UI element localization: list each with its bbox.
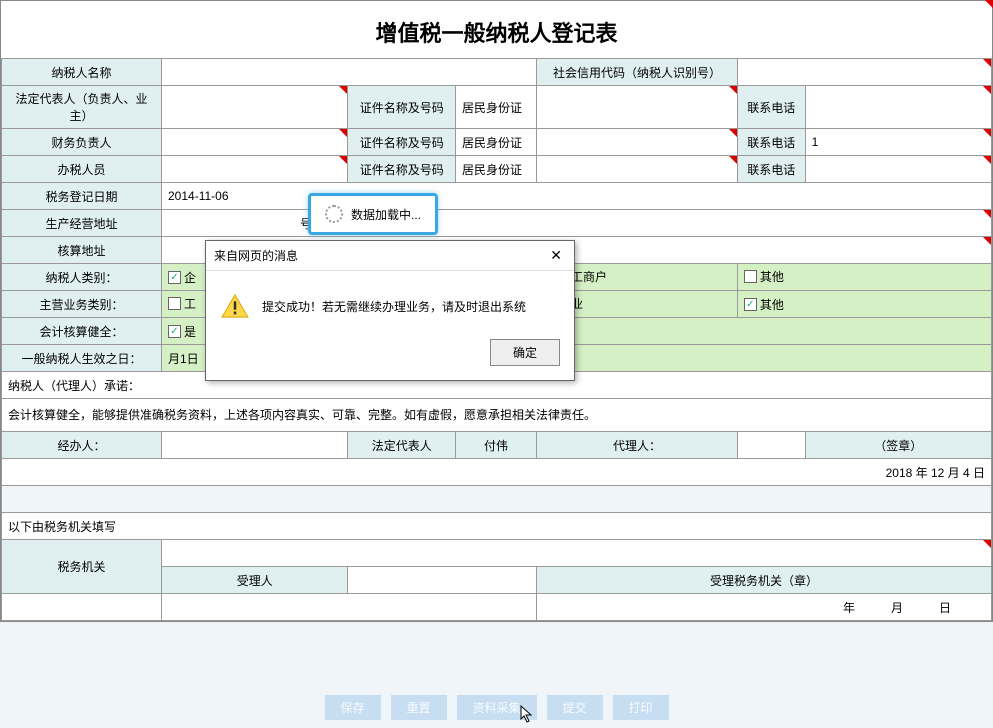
val-cert-type2[interactable]: 居民身份证 (456, 129, 537, 156)
label-cert2: 证件名称及号码 (348, 129, 456, 156)
val-cert-no2[interactable] (537, 129, 738, 156)
checkbox-icon[interactable] (744, 270, 757, 283)
label-taxpayer-type: 纳税人类别： (2, 264, 162, 291)
checkbox-icon[interactable] (168, 325, 181, 338)
label-phone1: 联系电话 (737, 86, 805, 129)
label-accept-org: 受理税务机关（章） (537, 567, 992, 594)
label-agent: 代理人： (537, 432, 738, 459)
val-legal-name: 付伟 (456, 432, 537, 459)
checkbox-icon[interactable] (744, 298, 757, 311)
submit-button[interactable]: 提交 (547, 695, 603, 720)
val-cert-no1[interactable] (537, 86, 738, 129)
label-reg-date: 税务登记日期 (2, 183, 162, 210)
close-icon[interactable]: ✕ (546, 247, 566, 264)
label-effective-date: 一般纳税人生效之日： (2, 345, 162, 372)
dialog-message: 提交成功！若无需继续办理业务，请及时退出系统 (262, 298, 526, 315)
label-tax-org: 税务机关 (2, 540, 162, 594)
val-phone1[interactable] (805, 86, 991, 129)
label-phone3: 联系电话 (737, 156, 805, 183)
cell-biz-opt3[interactable]: 其他 (737, 291, 991, 318)
dialog-title: 来自网页的消息 (214, 247, 298, 264)
val-legal-rep[interactable] (162, 86, 348, 129)
checkbox-icon[interactable] (168, 271, 181, 284)
label-phone2: 联系电话 (737, 129, 805, 156)
print-button[interactable]: 打印 (613, 695, 669, 720)
label-credit-code: 社会信用代码（纳税人识别号） (537, 59, 738, 86)
accept-date: 年 月 日 (537, 594, 992, 621)
label-tax-staff: 办税人员 (2, 156, 162, 183)
label-biz-addr: 生产经营地址 (2, 210, 162, 237)
label-legal-rep: 法定代表人（负责人、业主） (2, 86, 162, 129)
label-legal: 法定代表人 (348, 432, 456, 459)
label-acceptor: 受理人 (162, 567, 348, 594)
val-credit-code[interactable] (737, 59, 991, 86)
val-cert-type3[interactable]: 居民身份证 (456, 156, 537, 183)
label-cert1: 证件名称及号码 (348, 86, 456, 129)
reset-button[interactable]: 重置 (390, 695, 446, 720)
val-taxpayer-name[interactable] (162, 59, 537, 86)
alert-dialog: 来自网页的消息 ✕ 提交成功！若无需继续办理业务，请及时退出系统 确定 (205, 240, 575, 381)
label-main-biz: 主营业务类别： (2, 291, 162, 318)
val-reg-date[interactable]: 2014-11-06 (162, 183, 992, 210)
label-finance: 财务负责人 (2, 129, 162, 156)
collect-button[interactable]: 资料采集 (456, 695, 536, 720)
label-acct-addr: 核算地址 (2, 237, 162, 264)
label-cert3: 证件名称及号码 (348, 156, 456, 183)
loading-toast: 数据加载中... (308, 193, 438, 235)
promise-text: 会计核算健全，能够提供准确税务资料，上述各项内容真实、可靠、完整。如有虚假，愿意… (2, 399, 992, 432)
label-handler: 经办人： (2, 432, 162, 459)
label-acct-sound: 会计核算健全： (2, 318, 162, 345)
val-cert-type1[interactable]: 居民身份证 (456, 86, 537, 129)
page-title: 增值税一般纳税人登记表 (1, 1, 992, 58)
date-line: 2018 年 12 月 4 日 (2, 459, 992, 486)
val-cert-no3[interactable] (537, 156, 738, 183)
val-tax-staff[interactable] (162, 156, 348, 183)
warning-icon (220, 293, 250, 319)
label-seal: （签章） (805, 432, 991, 459)
cell-type-opt3[interactable]: 其他 (737, 264, 991, 291)
label-taxpayer-name: 纳税人名称 (2, 59, 162, 86)
checkbox-icon[interactable] (168, 297, 181, 310)
val-phone3[interactable] (805, 156, 991, 183)
below-label: 以下由税务机关填写 (2, 513, 992, 540)
spinner-icon (325, 205, 343, 223)
val-biz-addr[interactable]: 号 (162, 210, 992, 237)
val-phone2[interactable] (805, 129, 991, 156)
footer-toolbar: 保存 重置 资料采集 提交 打印 (324, 695, 668, 720)
val-finance[interactable] (162, 129, 348, 156)
save-button[interactable]: 保存 (324, 695, 380, 720)
ok-button[interactable]: 确定 (490, 339, 560, 366)
